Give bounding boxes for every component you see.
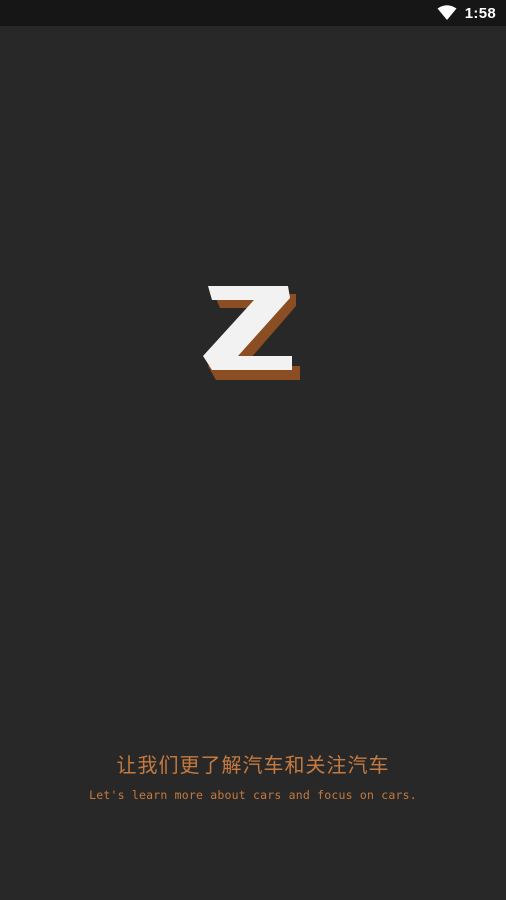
status-time: 1:58 [464, 4, 496, 22]
status-bar: 1:58 [0, 0, 506, 26]
tagline-chinese: 让我们更了解汽车和关注汽车 [116, 753, 390, 777]
wifi-icon [437, 5, 457, 20]
z-logo-icon [203, 286, 300, 380]
tagline-english: Let's learn more about cars and focus on… [89, 788, 417, 802]
